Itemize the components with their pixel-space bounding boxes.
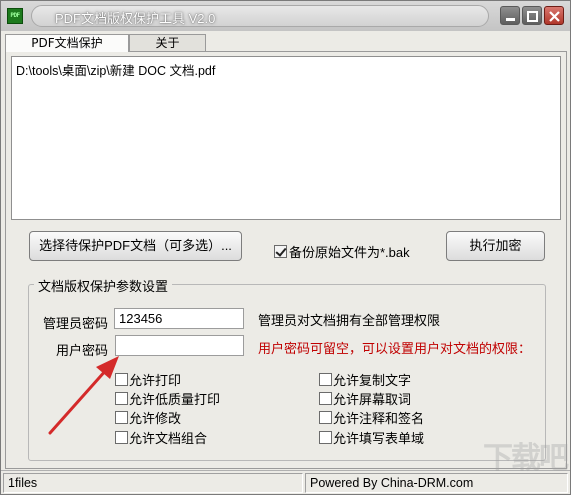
backup-checkbox-row[interactable]: 备份原始文件为*.bak — [274, 242, 410, 261]
tab-pdf-protect[interactable]: PDF文档保护 — [5, 34, 129, 52]
perm-screen-capture[interactable]: 允许屏幕取词 — [319, 389, 411, 408]
user-note: 用户密码可留空，可以设置用户对文档的权限： — [258, 341, 532, 356]
app-window: PDF PDF文档版权保护工具 V2.0 PDF文档保护 关于 D:\tools… — [0, 0, 571, 495]
perm-print[interactable]: 允许打印 — [115, 370, 181, 389]
perm-modify-label: 允许修改 — [129, 411, 182, 426]
settings-group-title: 文档版权保护参数设置 — [34, 276, 173, 295]
tab-about[interactable]: 关于 — [129, 34, 206, 51]
minimize-button[interactable] — [500, 6, 520, 25]
pdf-app-icon: PDF — [7, 8, 23, 24]
perm-fill-forms-label: 允许填写表单域 — [333, 431, 425, 446]
encrypt-button[interactable]: 执行加密 — [446, 231, 545, 261]
minimize-icon — [506, 18, 515, 21]
select-pdf-button[interactable]: 选择待保护PDF文档（可多选）... — [29, 231, 242, 261]
window-title: PDF文档版权保护工具 V2.0 — [55, 11, 216, 26]
backup-label: 备份原始文件为*.bak — [289, 245, 410, 260]
perm-copy-text-label: 允许复制文字 — [333, 373, 412, 388]
file-list[interactable]: D:\tools\桌面\zip\新建 DOC 文档.pdf — [11, 56, 561, 220]
perm-modify-checkbox[interactable] — [115, 411, 128, 424]
admin-password-label: 管理员密码 — [43, 316, 109, 331]
perm-copy-text[interactable]: 允许复制文字 — [319, 370, 411, 389]
file-list-item[interactable]: D:\tools\桌面\zip\新建 DOC 文档.pdf — [16, 60, 215, 79]
perm-modify[interactable]: 允许修改 — [115, 408, 181, 427]
close-button[interactable] — [544, 6, 564, 25]
perm-assemble-label: 允许文档组合 — [129, 431, 208, 446]
perm-screen-capture-label: 允许屏幕取词 — [333, 392, 412, 407]
perm-copy-text-checkbox[interactable] — [319, 373, 332, 386]
watermark-logo: 下载吧 — [483, 441, 569, 476]
maximize-icon — [527, 11, 538, 22]
perm-print-checkbox[interactable] — [115, 373, 128, 386]
perm-print-label: 允许打印 — [129, 373, 182, 388]
perm-assemble[interactable]: 允许文档组合 — [115, 428, 207, 447]
perm-assemble-checkbox[interactable] — [115, 431, 128, 444]
perm-lowres-print-checkbox[interactable] — [115, 392, 128, 405]
perm-annotate-sign-label: 允许注释和签名 — [333, 411, 425, 426]
admin-password-input[interactable]: 123456 — [114, 308, 244, 329]
close-icon — [549, 11, 560, 22]
perm-annotate-sign[interactable]: 允许注释和签名 — [319, 408, 424, 427]
user-password-label: 用户密码 — [56, 343, 109, 358]
perm-fill-forms[interactable]: 允许填写表单域 — [319, 428, 424, 447]
maximize-button[interactable] — [522, 6, 542, 25]
perm-screen-capture-checkbox[interactable] — [319, 392, 332, 405]
admin-note: 管理员对文档拥有全部管理权限 — [258, 313, 441, 328]
perm-fill-forms-checkbox[interactable] — [319, 431, 332, 444]
perm-lowres-print[interactable]: 允许低质量打印 — [115, 389, 220, 408]
status-file-count: 1files — [3, 473, 303, 493]
title-bar[interactable]: PDF PDF文档版权保护工具 V2.0 — [1, 1, 570, 31]
user-password-input[interactable] — [115, 335, 244, 356]
perm-annotate-sign-checkbox[interactable] — [319, 411, 332, 424]
perm-lowres-print-label: 允许低质量打印 — [129, 392, 221, 407]
backup-checkbox[interactable] — [274, 245, 287, 258]
